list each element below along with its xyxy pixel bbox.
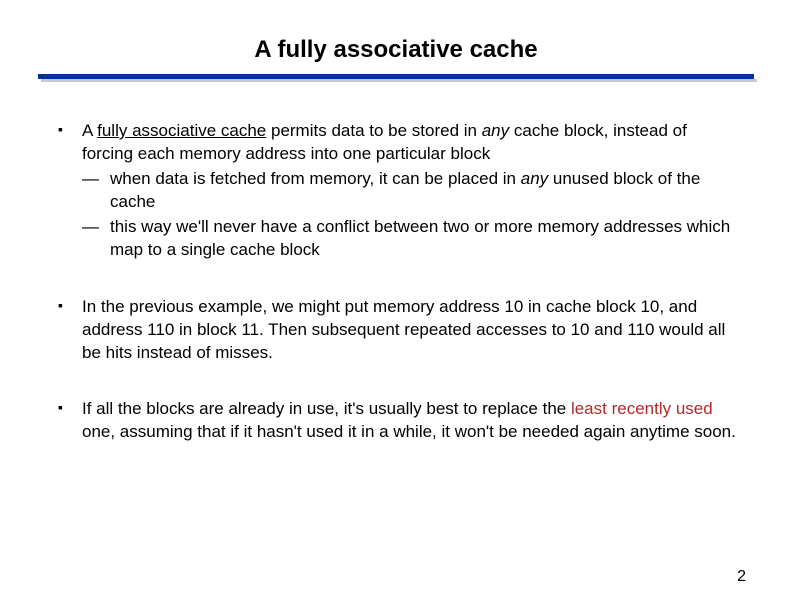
title-divider [38,74,754,82]
text-run: one, assuming that if it hasn't used it … [82,422,736,441]
slide-content: A fully associative cache permits data t… [54,120,738,444]
bullet-level-1: In the previous example, we might put me… [54,296,738,365]
bullet-level-1: A fully associative cache permits data t… [54,120,738,262]
text-run: least recently used [571,399,713,418]
text-run: when data is fetched from memory, it can… [110,169,521,188]
text-run: any [521,169,548,188]
text-run: any [482,121,509,140]
bullet-text: In the previous example, we might put me… [82,296,738,365]
text-run: A [82,121,97,140]
text-run: this way we'll never have a conflict bet… [110,217,730,259]
bullet-text: If all the blocks are already in use, it… [82,398,738,444]
text-run: permits data to be stored in [266,121,481,140]
bullet-level-2: this way we'll never have a conflict bet… [82,216,738,262]
text-run: fully associative cache [97,121,266,140]
page-number: 2 [737,568,746,586]
bullet-text: A fully associative cache permits data t… [82,120,738,166]
text-run: In the previous example, we might put me… [82,297,725,362]
bullet-level-1: If all the blocks are already in use, it… [54,398,738,444]
slide: A fully associative cache A fully associ… [0,0,792,612]
bullet-level-2: when data is fetched from memory, it can… [82,168,738,214]
slide-title: A fully associative cache [254,36,537,64]
divider-shadow [41,79,757,82]
title-area: A fully associative cache [0,0,792,64]
text-run: If all the blocks are already in use, it… [82,399,571,418]
